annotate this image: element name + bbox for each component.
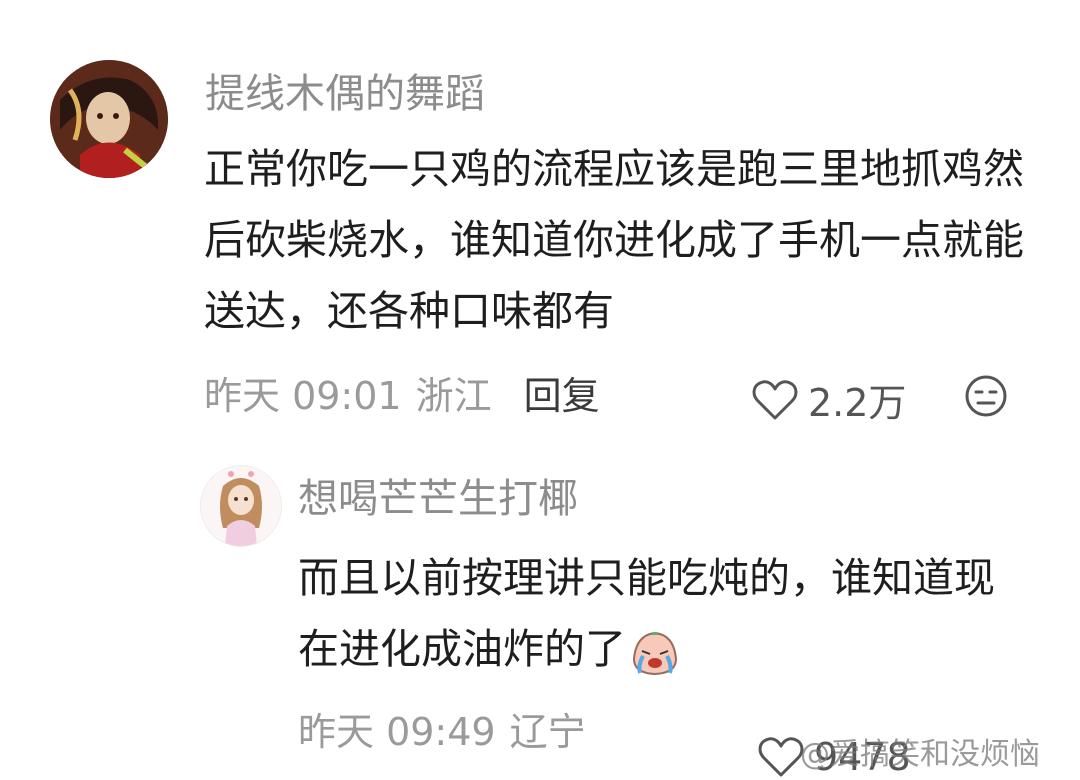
comment-time: 昨天 09:01 (204, 374, 402, 418)
heart-icon (752, 379, 798, 419)
user-avatar-icon[interactable] (200, 465, 282, 547)
avatar-illustration (50, 60, 168, 178)
like-count: 2.2万 (808, 381, 907, 425)
like-button[interactable]: 2.2万 (752, 372, 906, 427)
reply-button[interactable]: 回复 (524, 372, 600, 420)
crying-face-emoji-icon (630, 628, 680, 676)
comment-text: 正常你吃一只鸡的流程应该是跑三里地抓鸡然后砍柴烧水，谁知道你进化成了手机一点就能… (204, 145, 1024, 335)
reply-time: 昨天 09:49 (298, 710, 496, 754)
reply-location: 辽宁 (509, 710, 586, 754)
reply-text: 而且以前按理讲只能吃炖的，谁知道现在进化成油炸的了 (298, 543, 1018, 685)
comment-item: 提线木偶的舞蹈 正常你吃一只鸡的流程应该是跑三里地抓鸡然后砍柴烧水，谁知道你进化… (0, 0, 1080, 455)
comment-location: 浙江 (415, 374, 492, 418)
reply-username[interactable]: 想喝芒芒生打椰 (298, 475, 578, 523)
username[interactable]: 提线木偶的舞蹈 (205, 70, 485, 118)
user-avatar-icon[interactable] (50, 60, 168, 178)
dislike-face-icon (965, 375, 1007, 417)
heart-icon (758, 737, 804, 777)
crying-face-icon (632, 631, 678, 676)
reply-meta: 昨天 09:49 辽宁 (298, 708, 600, 756)
avatar-illustration (201, 466, 281, 546)
comment-meta: 昨天 09:01 浙江 回复 (204, 372, 614, 420)
watermark: @爱搞笑和没烦恼 (800, 737, 1040, 772)
dislike-button[interactable] (964, 374, 1008, 422)
